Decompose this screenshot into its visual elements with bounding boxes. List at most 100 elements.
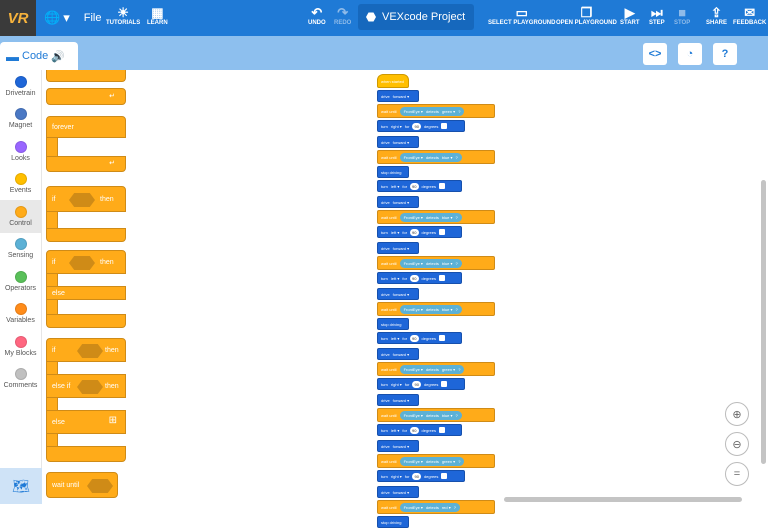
language-menu[interactable]: 🌐 ▾ [44, 10, 70, 26]
horizontal-scrollbar[interactable] [504, 497, 742, 502]
direction-dropdown[interactable]: forward ▾ [393, 292, 409, 297]
turn-direction-dropdown[interactable]: left ▾ [391, 184, 399, 189]
zoom-in-button[interactable]: ⊕ [725, 402, 749, 426]
direction-dropdown[interactable]: forward ▾ [393, 490, 409, 495]
turn-direction-dropdown[interactable]: left ▾ [391, 428, 399, 433]
condition-slot[interactable] [77, 344, 103, 358]
palette-block-end[interactable]: ↵ [46, 88, 126, 105]
help-button[interactable]: ? [713, 43, 737, 65]
color-dropdown[interactable]: green ▾ [442, 459, 455, 464]
turn-block[interactable]: turn right ▾ for 90 degrees [377, 470, 465, 482]
wait-until-block[interactable]: wait until FrontEye ▾ detects blue ▾? [377, 150, 495, 164]
category-variables[interactable]: Variables [0, 298, 41, 331]
wait-until-block[interactable]: wait until [46, 472, 118, 498]
color-dropdown[interactable]: blue ▾ [442, 155, 453, 160]
direction-dropdown[interactable]: forward ▾ [393, 94, 409, 99]
feedback-button[interactable]: ✉ FEEDBACK [733, 5, 766, 26]
direction-dropdown[interactable]: forward ▾ [393, 352, 409, 357]
start-button[interactable]: ▶ START [620, 5, 640, 26]
turn-block[interactable]: turn right ▾ for 90 degrees [377, 378, 465, 390]
turn-block[interactable]: turn left ▾ for 90 degrees [377, 332, 462, 344]
turn-direction-dropdown[interactable]: right ▾ [391, 382, 402, 387]
sensor-dropdown[interactable]: FrontEye ▾ [404, 307, 423, 312]
sensor-dropdown[interactable]: FrontEye ▾ [404, 413, 423, 418]
project-name-field[interactable]: VEXcode Project [358, 4, 474, 30]
detects-condition[interactable]: FrontEye ▾ detects green ▾? [399, 364, 465, 374]
detects-condition[interactable]: FrontEye ▾ detects blue ▾? [399, 304, 462, 314]
color-dropdown[interactable]: blue ▾ [442, 261, 453, 266]
drive-block[interactable]: drive forward ▾ [377, 440, 419, 452]
sensor-dropdown[interactable]: FrontEye ▾ [404, 215, 423, 220]
drive-block[interactable]: drive forward ▾ [377, 90, 419, 102]
turn-block[interactable]: turn left ▾ for 90 degrees [377, 424, 462, 436]
stop-driving-block[interactable]: stop driving [377, 166, 409, 178]
learn-button[interactable]: ▦ LEARN [147, 5, 168, 26]
category-comments[interactable]: Comments [0, 363, 41, 396]
if-elseif-block[interactable]: if then [46, 338, 126, 362]
direction-dropdown[interactable]: forward ▾ [393, 444, 409, 449]
map-button[interactable]: 🗺 [0, 468, 42, 504]
stop-driving-block[interactable]: stop driving [377, 318, 409, 330]
wait-until-block[interactable]: wait until FrontEye ▾ detects red ▾? [377, 500, 495, 514]
category-magnet[interactable]: Magnet [0, 103, 41, 136]
condition-slot[interactable] [69, 256, 95, 270]
share-button[interactable]: ⇪ SHARE [706, 5, 727, 26]
code-tab[interactable]: ▬ Code 🔊 [0, 42, 78, 70]
direction-dropdown[interactable]: forward ▾ [393, 140, 409, 145]
sensor-dropdown[interactable]: FrontEye ▾ [404, 155, 423, 160]
wait-until-block[interactable]: wait until FrontEye ▾ detects green ▾? [377, 362, 495, 376]
color-dropdown[interactable]: blue ▾ [442, 413, 453, 418]
category-sensing[interactable]: Sensing [0, 233, 41, 266]
degrees-input[interactable]: 90 [410, 228, 419, 236]
turn-block[interactable]: turn left ▾ for 90 degrees [377, 272, 462, 284]
sensor-dropdown[interactable]: FrontEye ▾ [404, 505, 423, 510]
color-dropdown[interactable]: red ▾ [442, 505, 451, 510]
category-operators[interactable]: Operators [0, 265, 41, 298]
detects-condition[interactable]: FrontEye ▾ detects green ▾? [399, 106, 465, 116]
category-control[interactable]: Control [0, 200, 41, 233]
monitor-button[interactable]: ◔ [678, 43, 702, 65]
degrees-input[interactable]: 90 [410, 182, 419, 190]
palette-block-top[interactable] [46, 70, 126, 82]
turn-block[interactable]: turn left ▾ for 90 degrees [377, 180, 462, 192]
step-button[interactable]: ⏭ STEP [649, 5, 665, 26]
color-dropdown[interactable]: green ▾ [442, 109, 455, 114]
detects-condition[interactable]: FrontEye ▾ detects blue ▾? [399, 152, 462, 162]
condition-slot[interactable] [87, 479, 113, 493]
drive-block[interactable]: drive forward ▾ [377, 136, 419, 148]
drive-block[interactable]: drive forward ▾ [377, 348, 419, 360]
category-events[interactable]: Events [0, 168, 41, 201]
turn-block[interactable]: turn right ▾ for 90 degrees [377, 120, 465, 132]
category-looks[interactable]: Looks [0, 135, 41, 168]
turn-direction-dropdown[interactable]: right ▾ [391, 474, 402, 479]
category-my-blocks[interactable]: My Blocks [0, 330, 41, 363]
turn-direction-dropdown[interactable]: right ▾ [391, 124, 402, 129]
sensor-dropdown[interactable]: FrontEye ▾ [404, 367, 423, 372]
file-menu[interactable]: File [84, 12, 102, 24]
if-then-block[interactable]: if then [46, 186, 126, 212]
direction-dropdown[interactable]: forward ▾ [393, 398, 409, 403]
wait-until-block[interactable]: wait until FrontEye ▾ detects green ▾? [377, 104, 495, 118]
forever-block[interactable]: forever [46, 116, 126, 138]
code-workspace[interactable]: when started drive forward ▾ wait until Fron… [347, 70, 768, 528]
turn-block[interactable]: turn left ▾ for 90 degrees [377, 226, 462, 238]
color-dropdown[interactable]: blue ▾ [442, 307, 453, 312]
sensor-dropdown[interactable]: FrontEye ▾ [404, 109, 423, 114]
drive-block[interactable]: drive forward ▾ [377, 486, 419, 498]
tutorials-button[interactable]: ☀ TUTORIALS [106, 5, 140, 26]
wait-until-block[interactable]: wait until FrontEye ▾ detects blue ▾? [377, 408, 495, 422]
turn-direction-dropdown[interactable]: left ▾ [391, 230, 399, 235]
undo-button[interactable]: ↶ UNDO [308, 5, 326, 26]
degrees-input[interactable]: 90 [410, 334, 419, 342]
code-view-button[interactable]: <> [643, 43, 667, 65]
detects-condition[interactable]: FrontEye ▾ detects blue ▾? [399, 212, 462, 222]
sensor-dropdown[interactable]: FrontEye ▾ [404, 459, 423, 464]
turn-direction-dropdown[interactable]: left ▾ [391, 276, 399, 281]
direction-dropdown[interactable]: forward ▾ [393, 200, 409, 205]
degrees-input[interactable]: 90 [412, 380, 421, 388]
wait-until-block[interactable]: wait until FrontEye ▾ detects blue ▾? [377, 256, 495, 270]
turn-direction-dropdown[interactable]: left ▾ [391, 336, 399, 341]
stop-button[interactable]: ■ STOP [674, 5, 690, 26]
select-playground-button[interactable]: ▭ SELECT PLAYGROUND [488, 5, 555, 26]
color-dropdown[interactable]: green ▾ [442, 367, 455, 372]
